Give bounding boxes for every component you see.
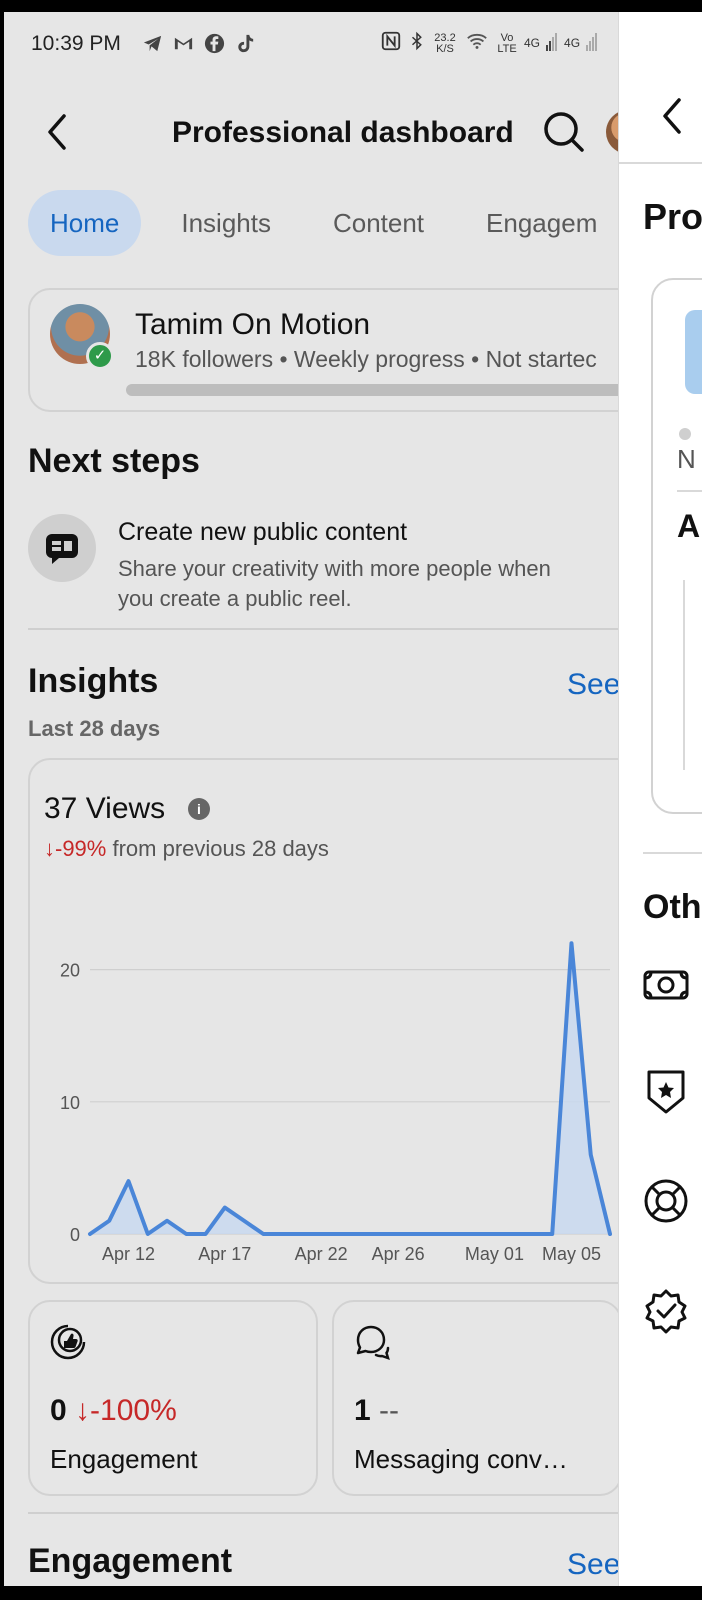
system-icons: 23.2 K/S Vo LTE 4G 4G [380,30,598,57]
volte-label: Vo LTE [497,31,517,55]
chart-x-tick-label: Apr 17 [198,1244,251,1264]
facebook-icon [203,32,226,55]
chevron-left-icon [48,114,66,150]
signal-4g-a: 4G [524,36,541,50]
status-dot [679,428,691,440]
engagement-see-all-link[interactable]: See [567,1548,618,1582]
secondary-card-heading: A [677,508,701,544]
divider [619,162,702,164]
next-step-title[interactable]: Create new public content [118,518,407,547]
chart-x-tick-label: Apr 22 [295,1244,348,1264]
next-step-description: Share your creativity with more people w… [118,556,551,611]
star-badge-icon[interactable] [643,1068,689,1114]
next-steps-heading: Next steps [28,442,200,480]
engagement-stat-delta: -100% [90,1394,177,1427]
engagement-heading: Engagement [28,1542,233,1580]
messaging-stat-value-line: 1 -- [354,1394,399,1428]
notification-icons [141,32,257,55]
tab-insights[interactable]: Insights [159,190,293,256]
divider [28,628,618,630]
chart-area-fill [90,943,610,1234]
back-button-secondary[interactable] [657,96,687,136]
chevron-left-icon [663,98,681,134]
wifi-icon [464,30,490,57]
tiktok-icon [234,32,257,55]
chat-bubbles-icon [356,1325,390,1360]
back-button[interactable] [42,112,72,152]
views-card[interactable]: 37 Views i ↓-99% from previous 28 days 0… [28,758,618,1284]
secondary-card-text: N [677,444,696,474]
divider [28,1512,618,1514]
secondary-panel: Pro N A Oth [618,12,702,1586]
content-message-icon [46,534,78,564]
engagement-stat-label: Engagement [50,1444,198,1474]
search-icon [544,112,584,152]
messaging-stat-value: 1 [354,1394,371,1427]
profile-name: Tamim On Motion [135,308,371,341]
secondary-card[interactable]: N A [651,278,702,814]
tab-bar: Home Insights Content Engagem [28,190,618,256]
tab-content[interactable]: Content [311,190,446,256]
engagement-stat-card[interactable]: 0 ↓-100% Engagement [28,1300,318,1496]
chart-y-tick-label: 10 [60,1093,80,1113]
signal-icon-a [546,31,558,56]
signal-icon-b [586,31,598,56]
insights-heading: Insights [28,662,159,700]
chart-x-tick-label: Apr 26 [372,1244,425,1264]
nfc-icon [380,30,402,57]
chart-x-tick-label: May 05 [542,1244,601,1264]
net-speed: 23.2 K/S [434,31,456,55]
profile-card[interactable]: ✓ Tamim On Motion 18K followers • Weekly… [28,288,618,412]
lifebuoy-icon[interactable] [643,1178,689,1224]
search-button[interactable] [542,110,586,154]
status-time: 10:39 PM [31,32,121,55]
messaging-stat-label: Messaging conv… [354,1444,568,1474]
tab-engagement[interactable]: Engagem [464,190,618,256]
card-rule [683,580,685,770]
engagement-stat-delta-arrow: ↓ [75,1394,91,1427]
engagement-stat-value-line: 0 ↓-100% [50,1394,177,1428]
app-header: Professional dashboard [4,76,618,176]
insights-period: Last 28 days [28,716,161,741]
tab-home[interactable]: Home [28,190,142,256]
screen: 10:39 PM 23.2 K/S Vo LTE 4G 4G Professio… [4,12,702,1586]
other-section-heading: Oth [643,888,702,926]
bluetooth-icon [408,30,426,57]
weekly-progress-bar [126,384,618,396]
messaging-stat-delta: -- [379,1394,400,1427]
dashboard-panel: 10:39 PM 23.2 K/S Vo LTE 4G 4G Professio… [4,12,618,1586]
verified-badge-icon[interactable] [643,1288,689,1334]
messaging-stat-card[interactable]: 1 -- Messaging conv… [332,1300,618,1496]
engagement-stat-value: 0 [50,1394,67,1427]
next-step-item-icon-bg [28,514,96,582]
divider [677,490,702,492]
chart-y-tick-label: 20 [60,961,80,981]
money-icon[interactable] [643,962,689,1008]
card-thumbnail [685,310,702,394]
insights-see-all-link[interactable]: See [567,668,618,702]
signal-4g-b: 4G [564,36,581,50]
secondary-title: Pro [643,196,702,237]
status-bar: 10:39 PM 23.2 K/S Vo LTE 4G 4G [4,12,618,76]
telegram-icon [141,32,164,55]
thumbs-up-icon [50,1324,86,1360]
divider [643,852,702,854]
chart-series-line [88,941,612,1236]
chart-x-tick-label: Apr 12 [102,1244,155,1264]
chart-y-tick-label: 0 [70,1225,80,1245]
profile-subtitle: 18K followers • Weekly progress • Not st… [135,346,597,372]
profile-avatar-button[interactable] [606,110,618,154]
views-chart: 0 10 20 Apr 12 Apr 17 Apr 22 Apr 26 May 01 May 0… [60,941,612,1264]
page-title: Professional dashboard [172,116,514,149]
verified-check-icon: ✓ [86,342,114,370]
gmail-icon [172,32,195,55]
chart-x-tick-label: May 01 [465,1244,524,1264]
